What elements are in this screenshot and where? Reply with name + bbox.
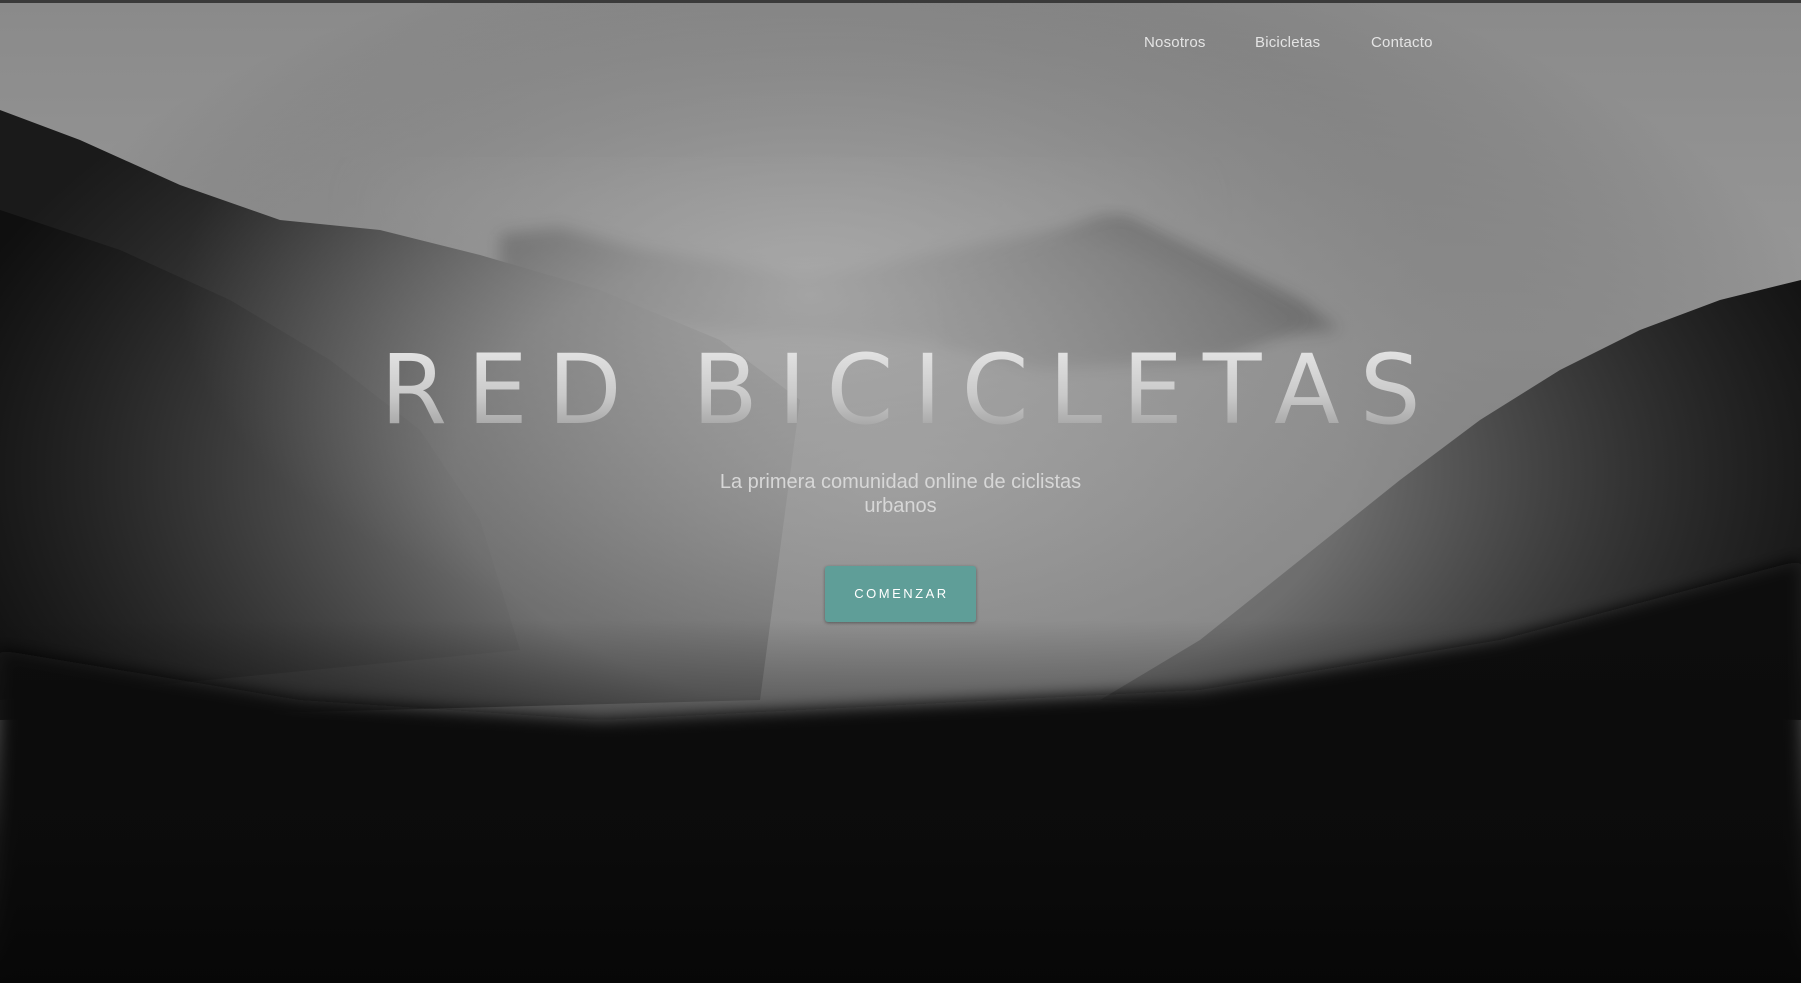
hero-title: RED BICICLETAS	[0, 330, 1801, 450]
nav-link-bicicletas[interactable]: Bicicletas	[1255, 34, 1320, 51]
nav-link-nosotros[interactable]: Nosotros	[1144, 34, 1206, 51]
comenzar-button[interactable]: COMENZAR	[825, 566, 976, 622]
hero-section: RED BICICLETAS La primera comunidad onli…	[0, 330, 1801, 622]
top-border	[0, 0, 1801, 3]
hero-subtitle: La primera comunidad online de ciclistas…	[719, 471, 1082, 517]
top-navigation: Nosotros Bicicletas Contacto	[0, 30, 1801, 58]
nav-link-contacto[interactable]: Contacto	[1371, 34, 1433, 51]
landing-page: Nosotros Bicicletas Contacto RED BICICLE…	[0, 0, 1801, 983]
